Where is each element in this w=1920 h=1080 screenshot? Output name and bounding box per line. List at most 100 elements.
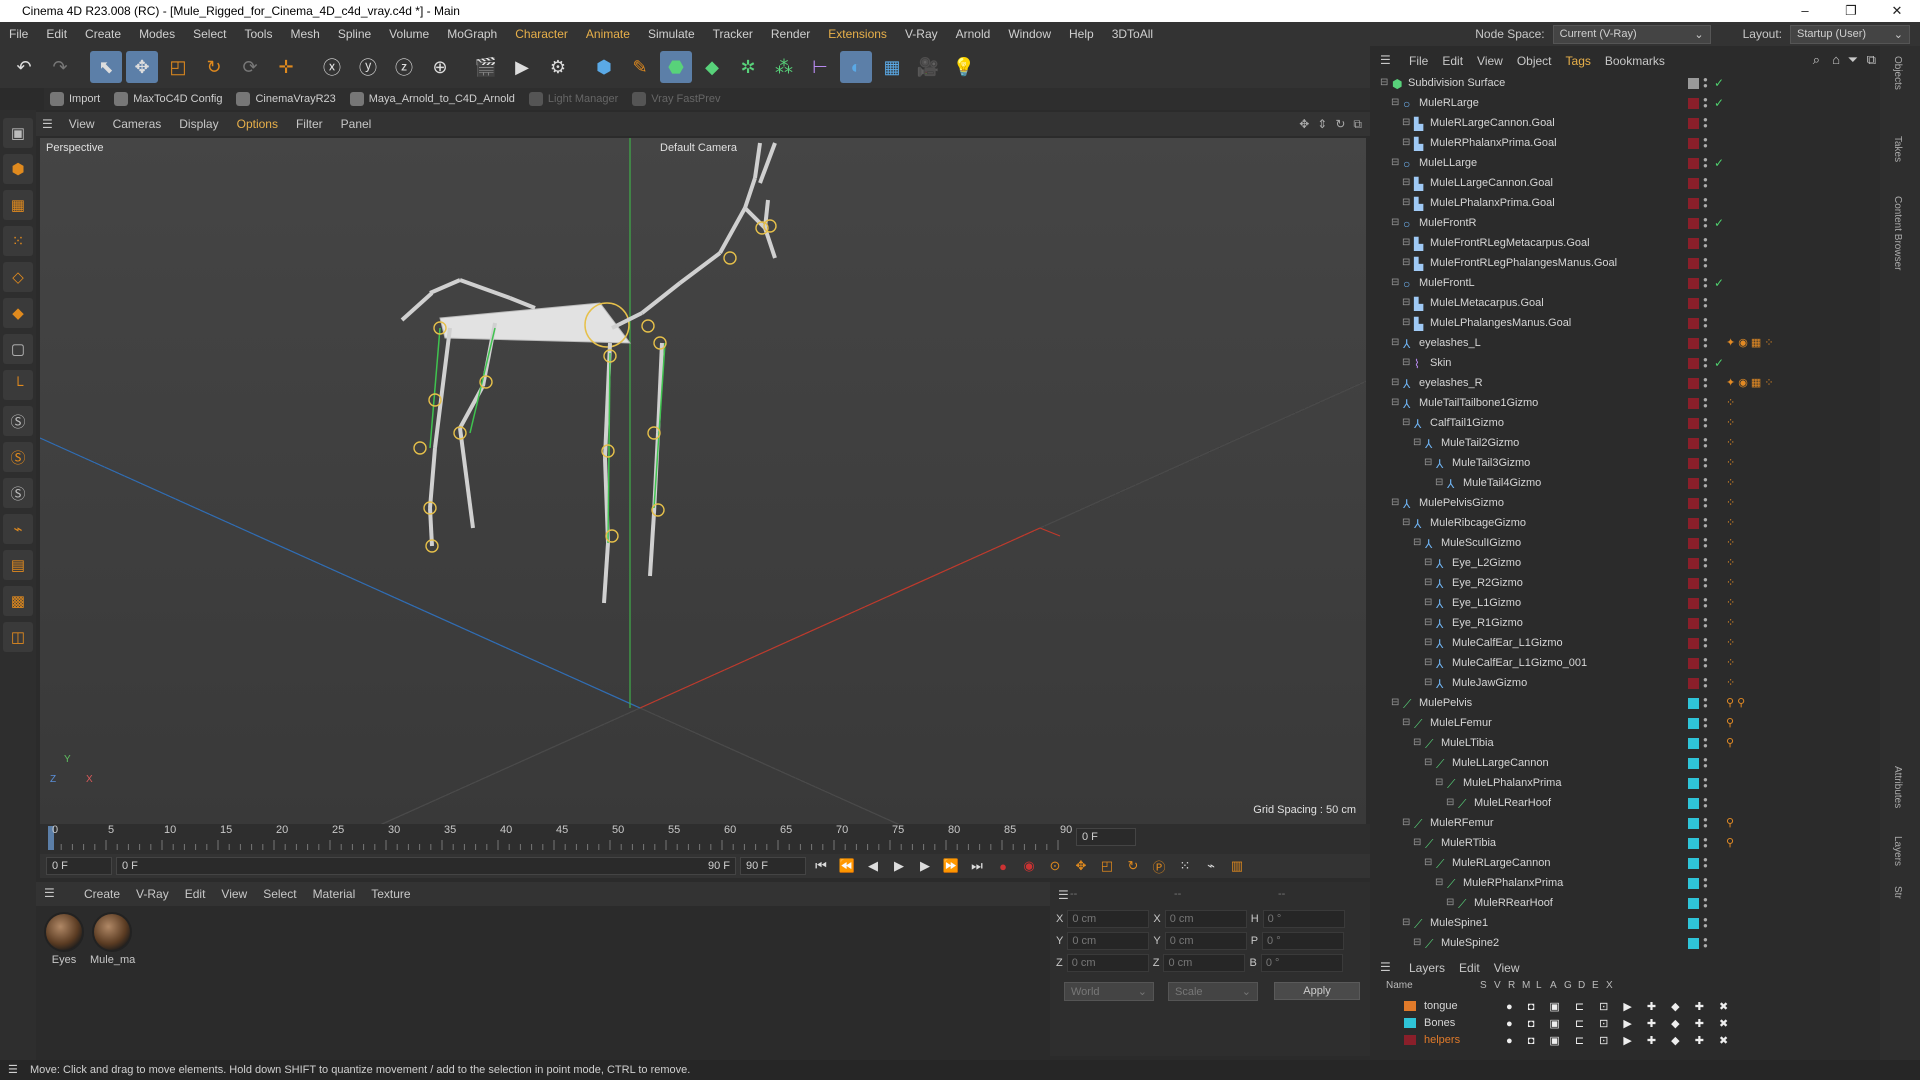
tree-expander-icon[interactable]: ⊟ [1402, 177, 1410, 188]
tree-expander-icon[interactable]: ⊟ [1402, 137, 1410, 148]
object-row-eye-r1gizmo[interactable]: ⊟ ⅄ Eye_R1Gizmo ● ● ⁘ [1372, 614, 1880, 634]
object-row-mulefrontl[interactable]: ⊟ ○ MuleFrontL ● ● ✓ [1372, 274, 1880, 294]
preview-range[interactable]: 0 F 90 F [116, 857, 736, 875]
layer-color-swatch[interactable] [1688, 158, 1699, 169]
visibility-dots-icon[interactable]: ● ● [1703, 336, 1708, 350]
viewport-menu-panel[interactable]: Panel [333, 117, 380, 131]
size-x-field[interactable]: 0 cm [1164, 910, 1247, 928]
visibility-dots-icon[interactable]: ● ● [1703, 136, 1708, 150]
layer-color-swatch[interactable] [1688, 398, 1699, 409]
material-menu-create[interactable]: Create [76, 887, 128, 901]
move-view-icon[interactable]: ✥ [1299, 117, 1309, 132]
visibility-dots-icon[interactable]: ● ● [1703, 296, 1708, 310]
visibility-dots-icon[interactable]: ● ● [1703, 616, 1708, 630]
tree-expander-icon[interactable]: ⊟ [1402, 357, 1410, 368]
pos-y-field[interactable]: 0 cm [1067, 932, 1150, 950]
deformer-icon[interactable]: ⊢ [804, 51, 836, 83]
keyframe-selection-icon[interactable]: ⊙ [1044, 856, 1066, 876]
play-icon[interactable]: ▶ [888, 856, 910, 876]
plugin-light-manager[interactable]: Light Manager [528, 92, 618, 106]
layer-color-swatch[interactable] [1688, 218, 1699, 229]
tree-expander-icon[interactable]: ⊟ [1391, 97, 1399, 108]
menu-window[interactable]: Window [999, 27, 1060, 41]
menu-spline[interactable]: Spline [329, 27, 380, 41]
layer-color-swatch[interactable] [1688, 498, 1699, 509]
object-row-mulelrearhoof[interactable]: ⊟ ⟋ MuleLRearHoof ● ● [1372, 794, 1880, 814]
plugin-cinemavrayr23[interactable]: CinemaVrayR23 [236, 92, 336, 106]
tree-expander-icon[interactable]: ⊟ [1402, 117, 1410, 128]
viewport-menu-cameras[interactable]: Cameras [105, 117, 170, 131]
object-tags[interactable]: ⚲ [1726, 816, 1734, 829]
tree-expander-icon[interactable]: ⊟ [1424, 557, 1432, 568]
object-row-mulerphalanxprima[interactable]: ⊟ ⟋ MuleRPhalanxPrima ● ● [1372, 874, 1880, 894]
current-frame-field[interactable]: 0 F [1076, 828, 1136, 846]
tree-expander-icon[interactable]: ⊟ [1402, 237, 1410, 248]
object-tags[interactable]: ⁘ [1726, 416, 1735, 429]
tree-expander-icon[interactable]: ⊟ [1402, 317, 1410, 328]
object-tags[interactable]: ⁘ [1726, 596, 1735, 609]
object-tags[interactable]: ⁘ [1726, 576, 1735, 589]
layer-color-swatch[interactable] [1688, 598, 1699, 609]
z-axis-icon[interactable]: ⓩ [388, 51, 420, 83]
layer-color-swatch[interactable] [1688, 378, 1699, 389]
visibility-dots-icon[interactable]: ● ● [1703, 556, 1708, 570]
axis-mode-icon[interactable]: └ [3, 370, 33, 400]
object-row-eye-l2gizmo[interactable]: ⊟ ⅄ Eye_L2Gizmo ● ● ⁘ [1372, 554, 1880, 574]
coord-system-select[interactable]: World ⌄ [1064, 982, 1154, 1001]
plugin-vray-fastprev[interactable]: Vray FastPrev [632, 92, 721, 106]
material-menu-view[interactable]: View [213, 887, 255, 901]
layer-color-swatch[interactable] [1404, 1001, 1416, 1011]
redo-icon[interactable]: ↷ [44, 51, 76, 83]
tree-expander-icon[interactable]: ⊟ [1424, 457, 1432, 468]
pos-x-field[interactable]: 0 cm [1067, 910, 1150, 928]
timeline-ruler[interactable]: 0 5 10 15 20 25 30 35 40 45 50 55 60 65 70 75 80 85 90 0 F [40, 824, 1370, 854]
layer-color-swatch[interactable] [1688, 898, 1699, 909]
minimize-button[interactable]: – [1782, 3, 1828, 19]
object-tags[interactable]: ⁘ [1726, 556, 1735, 569]
object-menu-bookmarks[interactable]: Bookmarks [1598, 54, 1672, 68]
layer-toggle-icons[interactable]: ● ◘ ▣ ⊏ ⊡ ▶ ✚ ◆ ✚ ✖ [1506, 1017, 1734, 1030]
side-tab-objects[interactable]: Objects [1892, 56, 1903, 90]
layer-color-swatch[interactable] [1688, 658, 1699, 669]
layer-color-swatch[interactable] [1688, 738, 1699, 749]
object-row-eye-l1gizmo[interactable]: ⊟ ⅄ Eye_L1Gizmo ● ● ⁘ [1372, 594, 1880, 614]
tree-expander-icon[interactable]: ⊟ [1402, 257, 1410, 268]
side-tab-takes[interactable]: Takes [1892, 136, 1903, 162]
object-row-mulelphalanxprima-goal[interactable]: ⊟ ▙ MuleLPhalanxPrima.Goal ● ● [1372, 194, 1880, 214]
fracture-icon[interactable]: ⁂ [768, 51, 800, 83]
object-row-mulefrontrlegphalangesmanus-goal[interactable]: ⊟ ▙ MuleFrontRLegPhalangesManus.Goal ● ● [1372, 254, 1880, 274]
object-row-muletailtailbone1gizmo[interactable]: ⊟ ⅄ MuleTailTailbone1Gizmo ● ● ⁘ [1372, 394, 1880, 414]
tree-expander-icon[interactable]: ⊟ [1446, 797, 1454, 808]
enabled-check-icon[interactable]: ✓ [1714, 76, 1724, 90]
layer-color-swatch[interactable] [1688, 358, 1699, 369]
layer-color-swatch[interactable] [1688, 638, 1699, 649]
visibility-dots-icon[interactable]: ● ● [1703, 576, 1708, 590]
tree-expander-icon[interactable]: ⊟ [1424, 617, 1432, 628]
home-icon[interactable]: ⌂ [1832, 52, 1840, 67]
close-button[interactable]: ✕ [1874, 3, 1920, 19]
object-row-calftail1gizmo[interactable]: ⊟ ⅄ CalfTail1Gizmo ● ● ⁘ [1372, 414, 1880, 434]
side-tab-str[interactable]: Str [1892, 886, 1903, 899]
layout-select[interactable]: Startup (User) ⌄ [1790, 24, 1910, 44]
visibility-dots-icon[interactable]: ● ● [1703, 456, 1708, 470]
object-row-mulepelvis[interactable]: ⊟ ⟋ MulePelvis ● ● ⚲ ⚲ [1372, 694, 1880, 714]
perspective-viewport[interactable]: Perspective Default Camera Grid Spacing … [40, 138, 1366, 824]
layer-header-s[interactable]: S [1480, 980, 1487, 991]
object-row-mulelphalangesmanus-goal[interactable]: ⊟ ▙ MuleLPhalangesManus.Goal ● ● [1372, 314, 1880, 334]
object-tags[interactable]: ⁘ [1726, 676, 1735, 689]
object-tags[interactable]: ⁘ [1726, 636, 1735, 649]
visibility-dots-icon[interactable]: ● ● [1703, 316, 1708, 330]
object-row-mulefrontrlegmetacarpus-goal[interactable]: ⊟ ▙ MuleFrontRLegMetacarpus.Goal ● ● [1372, 234, 1880, 254]
layer-color-swatch[interactable] [1688, 438, 1699, 449]
layer-color-swatch[interactable] [1688, 838, 1699, 849]
layer-name[interactable]: tongue [1424, 1000, 1484, 1012]
visibility-dots-icon[interactable]: ● ● [1703, 436, 1708, 450]
tree-expander-icon[interactable]: ⊟ [1391, 217, 1399, 228]
layer-color-swatch[interactable] [1688, 918, 1699, 929]
layer-color-swatch[interactable] [1688, 858, 1699, 869]
layer-color-swatch[interactable] [1688, 538, 1699, 549]
object-row-mulespine2[interactable]: ⊟ ⟋ MuleSpine2 ● ● [1372, 934, 1880, 954]
pla-key-icon[interactable]: ⁙ [1174, 856, 1196, 876]
layer-header-g[interactable]: G [1564, 980, 1572, 991]
visibility-dots-icon[interactable]: ● ● [1703, 256, 1708, 270]
